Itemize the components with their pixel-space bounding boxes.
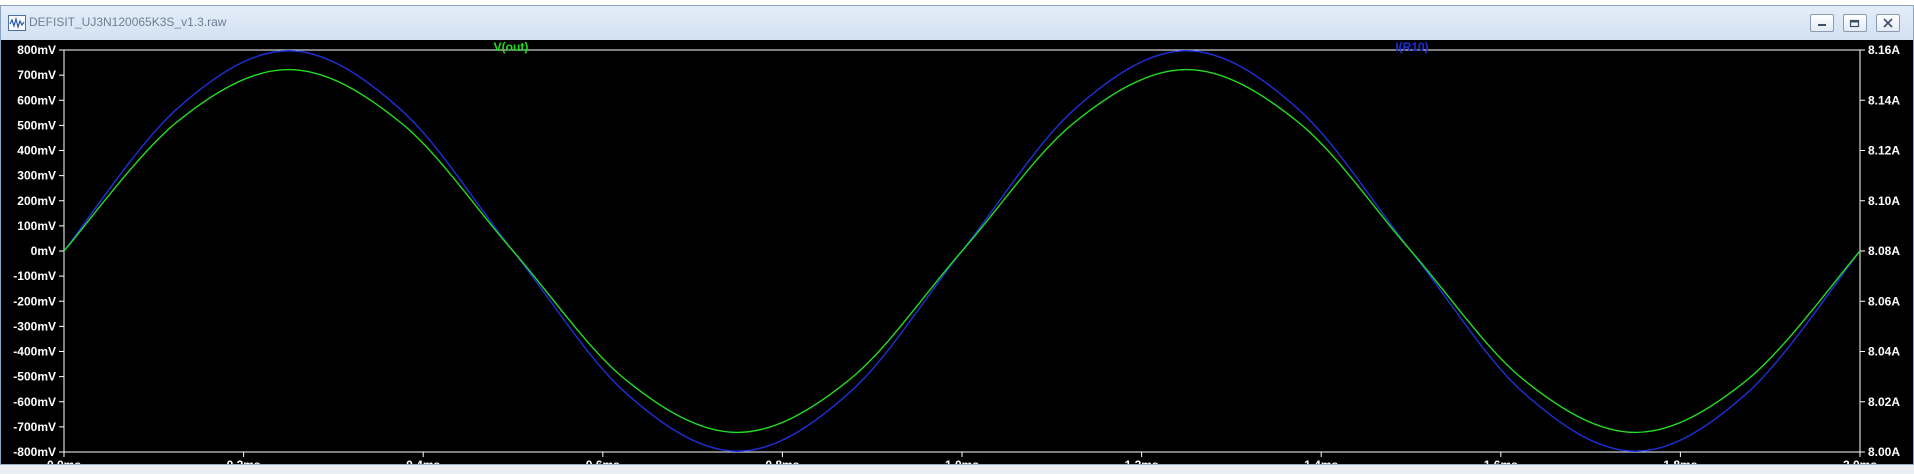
y-right-tick-label: 8.14A [1868, 93, 1900, 107]
y-right-tick-label: 8.08A [1868, 244, 1900, 258]
y-left-tick-label: -600mV [13, 395, 56, 409]
y-left-tick-label: -500mV [13, 370, 56, 384]
y-left-tick-label: 200mV [17, 194, 56, 208]
close-button[interactable] [1876, 14, 1900, 32]
restore-button[interactable] [1843, 14, 1867, 32]
y-left-tick-label: 300mV [17, 169, 56, 183]
y-left-tick-label: 700mV [17, 68, 56, 82]
y-left-tick-label: -300mV [13, 319, 56, 333]
y-left-tick-label: -400mV [13, 345, 56, 359]
y-left-tick-label: 400mV [17, 144, 56, 158]
legend-ir10[interactable]: I(R10) [1395, 40, 1428, 54]
minimize-icon [1818, 24, 1826, 26]
y-left-tick-label: 500mV [17, 118, 56, 132]
window-title: DEFISIT_UJ3N120065K3S_v1.3.raw [29, 15, 227, 29]
y-left-tick-label: -100mV [13, 269, 56, 283]
close-icon [1883, 18, 1893, 28]
y-left-tick-label: -200mV [13, 294, 56, 308]
series-line-vout [63, 68, 1861, 434]
y-left-tick-label: 600mV [17, 93, 56, 107]
restore-icon [1849, 19, 1860, 28]
y-right-tick-label: 8.16A [1868, 43, 1900, 57]
y-left-tick-label: 0mV [31, 244, 56, 258]
y-right-tick-label: 8.04A [1868, 345, 1900, 359]
minimize-button[interactable] [1810, 14, 1834, 32]
y-right-tick-label: 8.10A [1868, 194, 1900, 208]
y-right-tick-label: 8.06A [1868, 294, 1900, 308]
y-left-tick-label: -800mV [13, 445, 56, 459]
plot-area[interactable]: 800mV 700mV 600mV 500mV 400mV 300mV 200mV 100mV… [1, 40, 1913, 464]
y-right-tick-label: 8.12A [1868, 144, 1900, 158]
waveform-plot[interactable]: 800mV 700mV 600mV 500mV 400mV 300mV 200mV 100mV… [1, 40, 1913, 464]
legend-vout[interactable]: V(out) [494, 40, 529, 54]
waveform-app-icon [8, 15, 26, 31]
y-right-tick-label: 8.00A [1868, 445, 1900, 459]
title-bar[interactable]: DEFISIT_UJ3N120065K3S_v1.3.raw [1, 6, 1913, 40]
waveform-window: DEFISIT_UJ3N120065K3S_v1.3.raw 800mV 700m… [0, 5, 1914, 465]
y-left-tick-label: -700mV [13, 420, 56, 434]
y-left-tick-label: 800mV [17, 43, 56, 57]
y-right-tick-label: 8.02A [1868, 395, 1900, 409]
y-left-tick-label: 100mV [17, 219, 56, 233]
